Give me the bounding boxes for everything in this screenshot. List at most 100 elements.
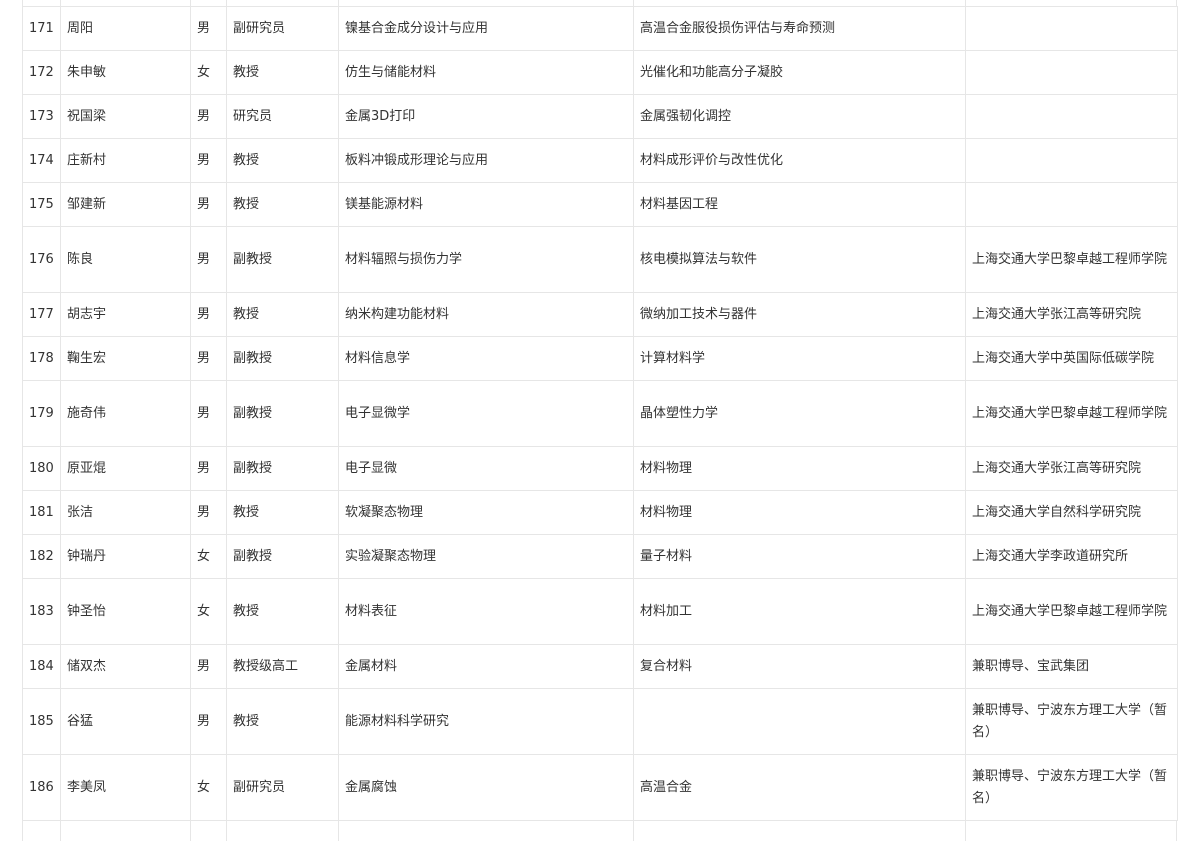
cell-field1: 软凝聚态物理 [338, 490, 634, 535]
cell-name: 鞠生宏 [60, 336, 191, 381]
cell-note [965, 6, 1178, 51]
cell-note: 兼职博导、宁波东方理工大学（暂名） [965, 688, 1178, 755]
cell-name: 钟瑞丹 [60, 534, 191, 579]
cell-field1: 板料冲锻成形理论与应用 [338, 138, 634, 183]
cell-name: 朱申敏 [60, 50, 191, 95]
cell-field2: 光催化和功能高分子凝胶 [633, 50, 966, 95]
table-row: 177 胡志宇 男 教授 纳米构建功能材料 微纳加工技术与器件 上海交通大学张江… [22, 292, 1178, 337]
cell-title: 教授 [226, 138, 339, 183]
cell-note [965, 50, 1178, 95]
cell-no: 179 [22, 380, 61, 447]
table-bottom-continuation [22, 821, 1177, 841]
cell-field2: 金属强韧化调控 [633, 94, 966, 139]
cell-no: 177 [22, 292, 61, 337]
table-row: 179 施奇伟 男 副教授 电子显微学 晶体塑性力学 上海交通大学巴黎卓越工程师… [22, 380, 1178, 447]
cell-gender: 男 [190, 94, 227, 139]
cell-no: 180 [22, 446, 61, 491]
table-row: 175 邹建新 男 教授 镁基能源材料 材料基因工程 [22, 182, 1178, 227]
cell-name: 张洁 [60, 490, 191, 535]
cell-no: 173 [22, 94, 61, 139]
cell-gender: 男 [190, 688, 227, 755]
cell-note [965, 94, 1178, 139]
cell-title: 教授 [226, 50, 339, 95]
cell-no: 175 [22, 182, 61, 227]
cell-title: 教授 [226, 490, 339, 535]
table-row: 180 原亚焜 男 副教授 电子显微 材料物理 上海交通大学张江高等研究院 [22, 446, 1178, 491]
cell-no: 182 [22, 534, 61, 579]
cell-gender: 男 [190, 380, 227, 447]
cell-no: 185 [22, 688, 61, 755]
cell-no: 171 [22, 6, 61, 51]
cell-gender: 男 [190, 446, 227, 491]
cell-gender: 女 [190, 754, 227, 821]
cell-field2: 材料物理 [633, 446, 966, 491]
cell-name: 邹建新 [60, 182, 191, 227]
cell-name: 庄新村 [60, 138, 191, 183]
cell-gender: 男 [190, 182, 227, 227]
cell-title: 研究员 [226, 94, 339, 139]
table-row: 186 李美凤 女 副研究员 金属腐蚀 高温合金 兼职博导、宁波东方理工大学（暂… [22, 754, 1178, 821]
cell-field2: 晶体塑性力学 [633, 380, 966, 447]
cell-title: 副研究员 [226, 754, 339, 821]
table-row: 185 谷猛 男 教授 能源材料科学研究 兼职博导、宁波东方理工大学（暂名） [22, 688, 1178, 755]
cell-field1: 镍基合金成分设计与应用 [338, 6, 634, 51]
cell-note: 上海交通大学巴黎卓越工程师学院 [965, 380, 1178, 447]
cell-title: 副教授 [226, 336, 339, 381]
cell-title: 教授 [226, 578, 339, 645]
cell-title: 教授 [226, 182, 339, 227]
cell-title: 副研究员 [226, 6, 339, 51]
cell-no: 174 [22, 138, 61, 183]
cell-field2: 复合材料 [633, 644, 966, 689]
cell-field1: 纳米构建功能材料 [338, 292, 634, 337]
cell-note [965, 182, 1178, 227]
cell-no: 183 [22, 578, 61, 645]
cell-field2: 高温合金服役损伤评估与寿命预测 [633, 6, 966, 51]
cell-gender: 男 [190, 490, 227, 535]
cell-field1: 仿生与储能材料 [338, 50, 634, 95]
cell-name: 周阳 [60, 6, 191, 51]
cell-field1: 金属腐蚀 [338, 754, 634, 821]
table-row: 176 陈良 男 副教授 材料辐照与损伤力学 核电模拟算法与软件 上海交通大学巴… [22, 226, 1178, 293]
cell-name: 钟圣怡 [60, 578, 191, 645]
table-row: 173 祝国梁 男 研究员 金属3D打印 金属强韧化调控 [22, 94, 1178, 139]
table-row: 184 储双杰 男 教授级高工 金属材料 复合材料 兼职博导、宝武集团 [22, 644, 1178, 689]
cell-gender: 男 [190, 138, 227, 183]
cell-name: 储双杰 [60, 644, 191, 689]
cell-field1: 电子显微 [338, 446, 634, 491]
cell-field1: 材料表征 [338, 578, 634, 645]
cell-title: 教授 [226, 292, 339, 337]
cell-name: 原亚焜 [60, 446, 191, 491]
cell-title: 副教授 [226, 446, 339, 491]
cell-note: 兼职博导、宝武集团 [965, 644, 1178, 689]
cell-gender: 男 [190, 644, 227, 689]
cell-gender: 男 [190, 226, 227, 293]
cell-note [965, 138, 1178, 183]
cell-name: 谷猛 [60, 688, 191, 755]
cell-field1: 材料辐照与损伤力学 [338, 226, 634, 293]
table-row: 178 鞠生宏 男 副教授 材料信息学 计算材料学 上海交通大学中英国际低碳学院 [22, 336, 1178, 381]
cell-gender: 女 [190, 534, 227, 579]
cell-title: 副教授 [226, 226, 339, 293]
cell-gender: 女 [190, 578, 227, 645]
cell-field1: 材料信息学 [338, 336, 634, 381]
cell-gender: 男 [190, 292, 227, 337]
cell-title: 教授 [226, 688, 339, 755]
cell-field2: 材料物理 [633, 490, 966, 535]
cell-field1: 电子显微学 [338, 380, 634, 447]
cell-note: 上海交通大学巴黎卓越工程师学院 [965, 578, 1178, 645]
cell-field1: 能源材料科学研究 [338, 688, 634, 755]
cell-note: 兼职博导、宁波东方理工大学（暂名） [965, 754, 1178, 821]
cell-no: 186 [22, 754, 61, 821]
faculty-table: 171 周阳 男 副研究员 镍基合金成分设计与应用 高温合金服役损伤评估与寿命预… [22, 6, 1178, 821]
faculty-table-body: 171 周阳 男 副研究员 镍基合金成分设计与应用 高温合金服役损伤评估与寿命预… [22, 6, 1178, 821]
cell-field1: 金属材料 [338, 644, 634, 689]
cell-no: 178 [22, 336, 61, 381]
cell-no: 184 [22, 644, 61, 689]
table-row: 174 庄新村 男 教授 板料冲锻成形理论与应用 材料成形评价与改性优化 [22, 138, 1178, 183]
cell-gender: 男 [190, 6, 227, 51]
cell-no: 181 [22, 490, 61, 535]
cell-note: 上海交通大学巴黎卓越工程师学院 [965, 226, 1178, 293]
table-row: 172 朱申敏 女 教授 仿生与储能材料 光催化和功能高分子凝胶 [22, 50, 1178, 95]
cell-field2: 高温合金 [633, 754, 966, 821]
cell-field2: 材料加工 [633, 578, 966, 645]
